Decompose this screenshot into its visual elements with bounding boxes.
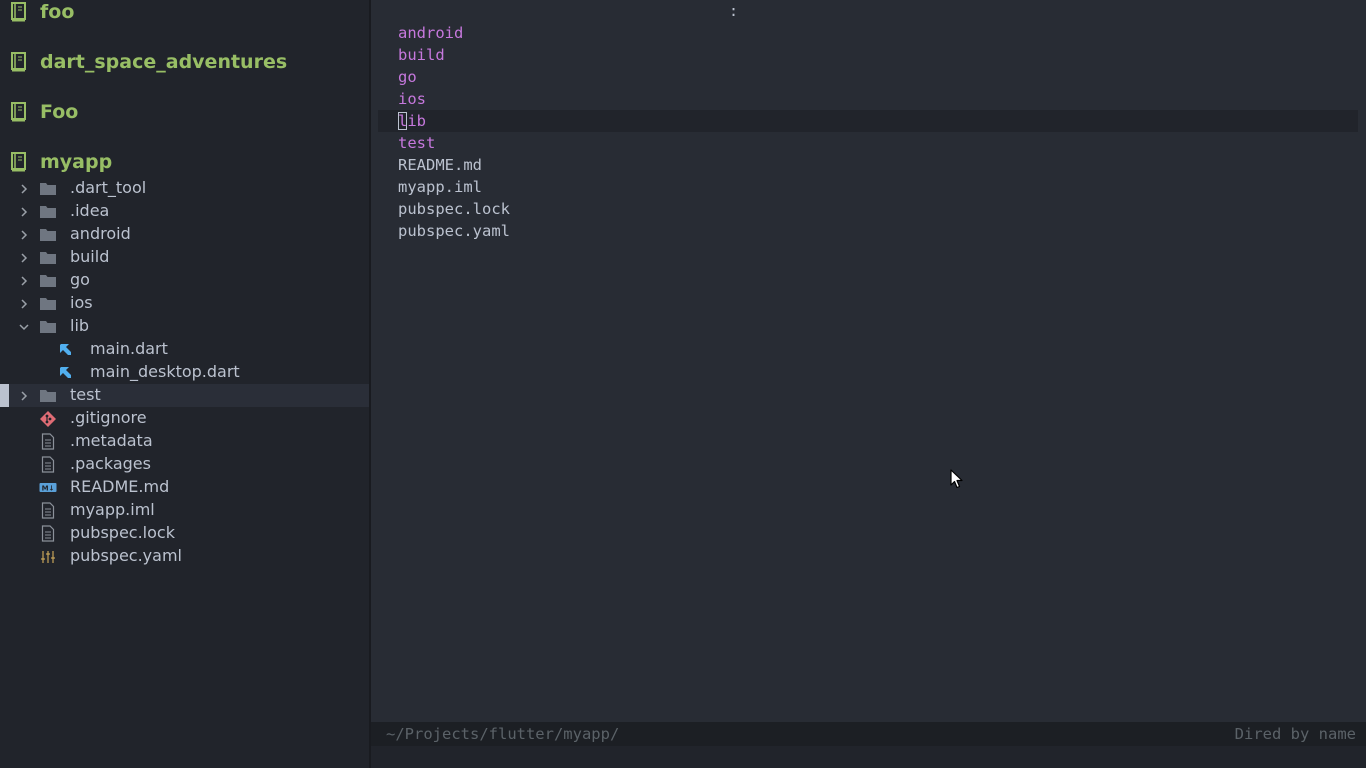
mode-line: ~/Projects/flutter/myapp/ Dired by name — [371, 722, 1366, 746]
folder-icon — [39, 318, 57, 335]
tree-item[interactable]: .gitignore — [0, 407, 369, 430]
tree-item-label: myapp.iml — [70, 500, 155, 519]
tree-item-label: .metadata — [70, 431, 153, 450]
project-foo[interactable]: foo — [0, 0, 369, 27]
tree-item[interactable]: main.dart — [0, 338, 369, 361]
tree-item[interactable]: .dart_tool — [0, 177, 369, 200]
tree-item[interactable]: .idea — [0, 200, 369, 223]
mouse-pointer-icon — [950, 469, 963, 489]
tree-item[interactable]: M↓ README.md — [0, 476, 369, 499]
dart-icon — [58, 364, 76, 381]
project-dart_space_adventures[interactable]: dart_space_adventures — [0, 47, 369, 77]
dired-directory-entry[interactable]: test — [378, 132, 1358, 154]
fringe-marker — [0, 384, 9, 407]
folder-icon — [39, 180, 57, 197]
tree-item-label: test — [70, 385, 101, 404]
text-cursor: l — [398, 112, 408, 130]
chevron-right-icon[interactable] — [17, 273, 31, 287]
project-myapp[interactable]: myapp — [0, 147, 369, 177]
folder-icon — [39, 203, 57, 220]
tree-item-label: lib — [70, 316, 90, 335]
git-icon — [39, 410, 57, 427]
dired-file-entry[interactable]: README.md — [378, 154, 1358, 176]
dired-file-entry[interactable]: myapp.iml — [378, 176, 1358, 198]
dired-file-entry[interactable]: pubspec.lock — [378, 198, 1358, 220]
file-icon — [39, 502, 57, 519]
config-icon — [39, 548, 57, 565]
chevron-down-icon[interactable] — [17, 319, 31, 333]
folder-icon — [39, 249, 57, 266]
tree-item-label: .gitignore — [70, 408, 147, 427]
treemacs-sidebar: foo dart_space_adventures Foo myapp .dart_to… — [0, 0, 369, 768]
tree-item-label: .packages — [70, 454, 151, 473]
dired-directory-entry[interactable]: android — [378, 22, 1358, 44]
svg-text:M↓: M↓ — [42, 485, 55, 493]
file-icon — [39, 433, 57, 450]
tree-item[interactable]: ios — [0, 292, 369, 315]
tree-item-label: main_desktop.dart — [90, 362, 240, 381]
markdown-icon: M↓ — [39, 479, 57, 496]
project-name: foo — [40, 1, 75, 23]
folder-icon — [39, 387, 57, 404]
tree-item-label: .dart_tool — [70, 178, 147, 197]
dired-directory-entry[interactable]: go — [378, 66, 1358, 88]
tree-item-label: go — [70, 270, 90, 289]
tree-item-label: README.md — [70, 477, 170, 496]
book-icon — [10, 152, 27, 172]
tree-item[interactable]: pubspec.yaml — [0, 545, 369, 568]
tree-item-label: build — [70, 247, 110, 266]
dired-directory-entry[interactable]: ios — [378, 88, 1358, 110]
tree-item[interactable]: myapp.iml — [0, 499, 369, 522]
dart-icon — [58, 341, 76, 358]
book-icon — [10, 52, 27, 72]
dired-directory-entry[interactable]: build — [378, 44, 1358, 66]
book-icon — [10, 2, 27, 22]
tree-item[interactable]: test — [0, 384, 369, 407]
chevron-right-icon[interactable] — [17, 227, 31, 241]
tree-item[interactable]: android — [0, 223, 369, 246]
chevron-right-icon[interactable] — [17, 250, 31, 264]
project-name: myapp — [40, 151, 113, 173]
mode-line-path: ~/Projects/flutter/myapp/ — [386, 725, 620, 743]
tree-item-label: .idea — [70, 201, 110, 220]
folder-icon — [39, 295, 57, 312]
chevron-right-icon[interactable] — [17, 388, 31, 402]
tree-item[interactable]: .metadata — [0, 430, 369, 453]
book-icon — [10, 102, 27, 122]
dired-buffer[interactable]: : android build go ios lib test README.md myapp… — [371, 0, 1366, 722]
entry-name-rest: ib — [407, 112, 427, 130]
tree-item-label: android — [70, 224, 131, 243]
chevron-right-icon[interactable] — [17, 204, 31, 218]
tree-item[interactable]: build — [0, 246, 369, 269]
tree-item[interactable]: pubspec.lock — [0, 522, 369, 545]
folder-icon — [39, 272, 57, 289]
tree-item-label: pubspec.yaml — [70, 546, 182, 565]
tree-item-label: main.dart — [90, 339, 168, 358]
minibuffer[interactable] — [371, 746, 1366, 768]
tree-item-label: ios — [70, 293, 93, 312]
dired-directory-entry[interactable]: lib — [378, 110, 1358, 132]
file-icon — [39, 456, 57, 473]
project-name: dart_space_adventures — [40, 51, 288, 73]
tree-item[interactable]: go — [0, 269, 369, 292]
chevron-right-icon[interactable] — [17, 181, 31, 195]
tree-item[interactable]: .packages — [0, 453, 369, 476]
mode-line-mode: Dired by name — [1234, 725, 1356, 743]
project-Foo[interactable]: Foo — [0, 97, 369, 127]
header-mark: : — [729, 2, 739, 20]
dired-file-entry[interactable]: pubspec.yaml — [378, 220, 1358, 242]
chevron-right-icon[interactable] — [17, 296, 31, 310]
tree-item-label: pubspec.lock — [70, 523, 175, 542]
tree-item[interactable]: main_desktop.dart — [0, 361, 369, 384]
file-icon — [39, 525, 57, 542]
project-name: Foo — [40, 101, 79, 123]
tree-item[interactable]: lib — [0, 315, 369, 338]
folder-icon — [39, 226, 57, 243]
